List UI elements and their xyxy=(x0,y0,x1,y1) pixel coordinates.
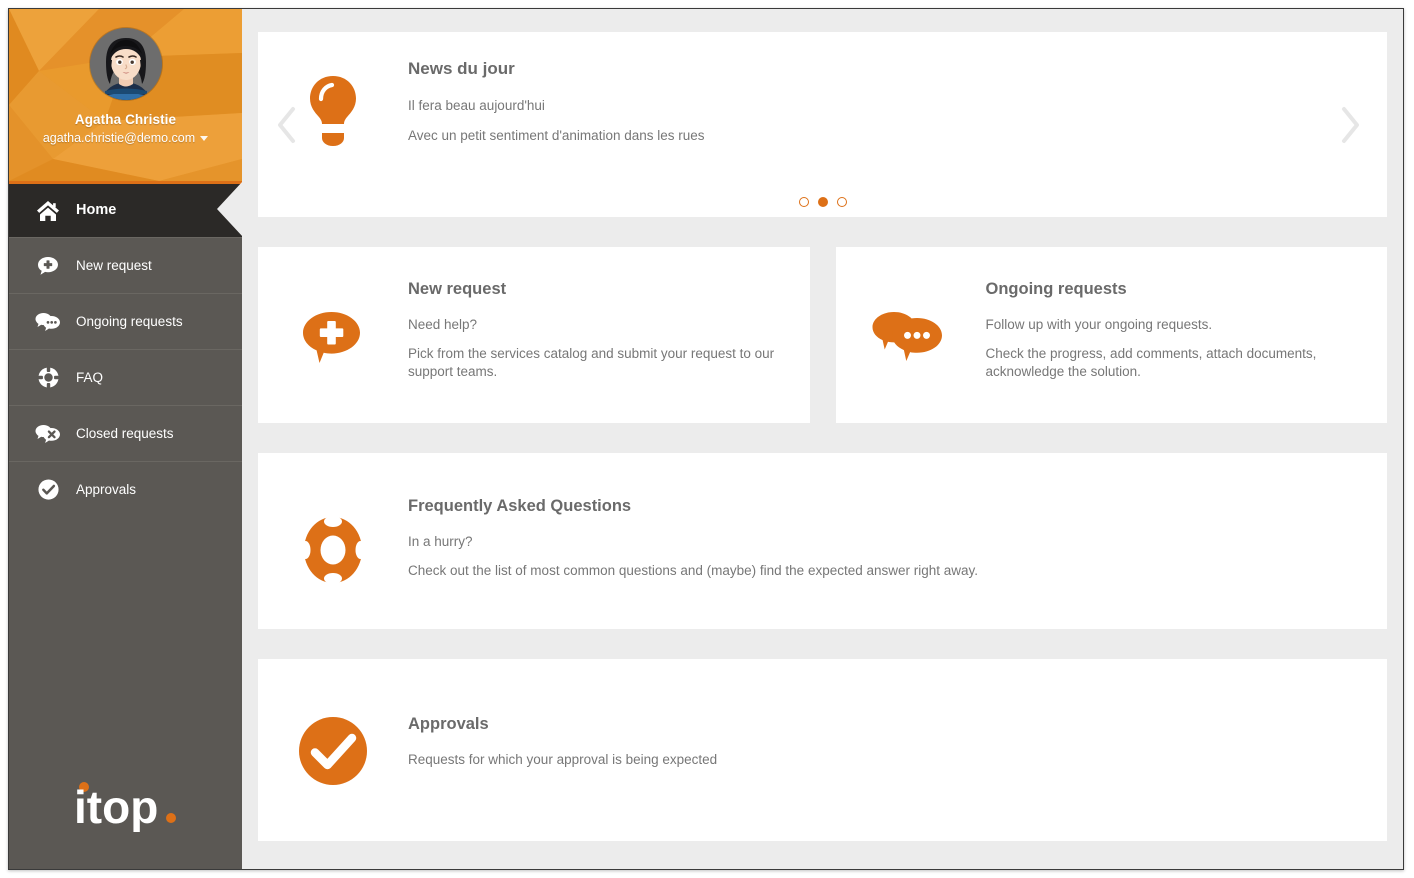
sidebar-item-approvals[interactable]: Approvals xyxy=(9,461,242,517)
news-body: News du jour Il fera beau aujourd'hui Av… xyxy=(408,32,705,158)
ongoing-requests-body: Ongoing requests Follow up with your ong… xyxy=(986,247,1388,382)
application-window: Agatha Christie agatha.christie@demo.com… xyxy=(8,8,1404,870)
new-request-body: New request Need help? Pick from the ser… xyxy=(408,247,810,382)
lightbulb-icon xyxy=(302,74,364,146)
card-title: New request xyxy=(408,280,786,299)
avatar xyxy=(90,28,162,100)
sidebar-item-ongoing-requests[interactable]: Ongoing requests xyxy=(9,293,242,349)
home-icon xyxy=(34,200,62,222)
faq-icon xyxy=(258,453,408,585)
chevron-right-icon xyxy=(1336,105,1362,145)
sidebar-spacer xyxy=(9,517,242,739)
speech-bubble-plus-icon xyxy=(34,255,62,277)
caret-down-icon xyxy=(200,136,208,141)
sidebar-item-faq[interactable]: FAQ xyxy=(9,349,242,405)
card-line-1: Requests for which your approval is bein… xyxy=(408,751,717,769)
user-avatar-portrait xyxy=(90,28,162,100)
sidebar-item-label: Closed requests xyxy=(76,427,174,441)
user-name: Agatha Christie xyxy=(75,112,176,127)
card-new-request[interactable]: New request Need help? Pick from the ser… xyxy=(258,247,810,423)
itop-logo-glyph: itop xyxy=(72,776,180,832)
new-request-icon xyxy=(258,247,408,372)
user-email-label: agatha.christie@demo.com xyxy=(43,131,195,145)
card-line-1: Follow up with your ongoing requests. xyxy=(986,316,1364,334)
carousel-dots xyxy=(258,197,1387,207)
sidebar: Agatha Christie agatha.christie@demo.com… xyxy=(9,9,242,869)
news-line-2: Avec un petit sentiment d'animation dans… xyxy=(408,128,705,143)
feature-card-row: New request Need help? Pick from the ser… xyxy=(258,247,1387,423)
carousel-dot-active[interactable] xyxy=(818,197,828,207)
check-circle-icon xyxy=(298,716,368,786)
lifebuoy-icon xyxy=(34,366,62,389)
speech-bubbles-x-icon xyxy=(34,423,62,445)
speech-bubbles-dots-icon xyxy=(872,310,950,368)
sidebar-item-label: Ongoing requests xyxy=(76,315,183,329)
card-title: Ongoing requests xyxy=(986,280,1364,299)
carousel-dot[interactable] xyxy=(837,197,847,207)
ongoing-requests-icon xyxy=(836,247,986,368)
sidebar-item-closed-requests[interactable]: Closed requests xyxy=(9,405,242,461)
approvals-icon xyxy=(258,659,408,786)
sidebar-item-new-request[interactable]: New request xyxy=(9,237,242,293)
svg-text:itop: itop xyxy=(74,781,158,832)
sidebar-item-label: Home xyxy=(76,203,116,218)
sidebar-item-label: FAQ xyxy=(76,371,103,385)
carousel-dot[interactable] xyxy=(799,197,809,207)
faq-body: Frequently Asked Questions In a hurry? C… xyxy=(408,453,1002,580)
approvals-body: Approvals Requests for which your approv… xyxy=(408,659,741,769)
news-line-1: Il fera beau aujourd'hui xyxy=(408,98,705,113)
card-title: Frequently Asked Questions xyxy=(408,497,978,516)
card-faq[interactable]: Frequently Asked Questions In a hurry? C… xyxy=(258,453,1387,629)
main-content: News du jour Il fera beau aujourd'hui Av… xyxy=(242,9,1403,869)
card-line-2: Pick from the services catalog and submi… xyxy=(408,345,786,381)
card-line-1: Need help? xyxy=(408,316,786,334)
card-title: Approvals xyxy=(408,715,717,734)
sidebar-item-label: Approvals xyxy=(76,483,136,497)
news-icon xyxy=(258,32,408,146)
card-approvals[interactable]: Approvals Requests for which your approv… xyxy=(258,659,1387,841)
sidebar-nav: Home New request xyxy=(9,181,242,517)
lifebuoy-icon xyxy=(301,515,365,585)
speech-bubbles-dots-icon xyxy=(34,311,62,333)
check-circle-icon xyxy=(34,478,62,501)
user-profile-panel: Agatha Christie agatha.christie@demo.com xyxy=(9,9,242,181)
news-carousel-card: News du jour Il fera beau aujourd'hui Av… xyxy=(258,32,1387,217)
sidebar-item-home[interactable]: Home xyxy=(9,181,242,237)
speech-bubble-plus-icon xyxy=(300,310,366,372)
carousel-next-button[interactable] xyxy=(1331,103,1367,147)
card-line-2: Check out the list of most common questi… xyxy=(408,562,978,580)
card-line-2: Check the progress, add comments, attach… xyxy=(986,345,1364,381)
card-line-1: In a hurry? xyxy=(408,533,978,551)
news-title: News du jour xyxy=(408,59,705,79)
user-email-menu[interactable]: agatha.christie@demo.com xyxy=(43,131,208,145)
sidebar-item-label: New request xyxy=(76,259,152,273)
sidebar-footer: itop xyxy=(9,739,242,869)
card-ongoing-requests[interactable]: Ongoing requests Follow up with your ong… xyxy=(836,247,1388,423)
itop-logo: itop xyxy=(72,776,180,832)
